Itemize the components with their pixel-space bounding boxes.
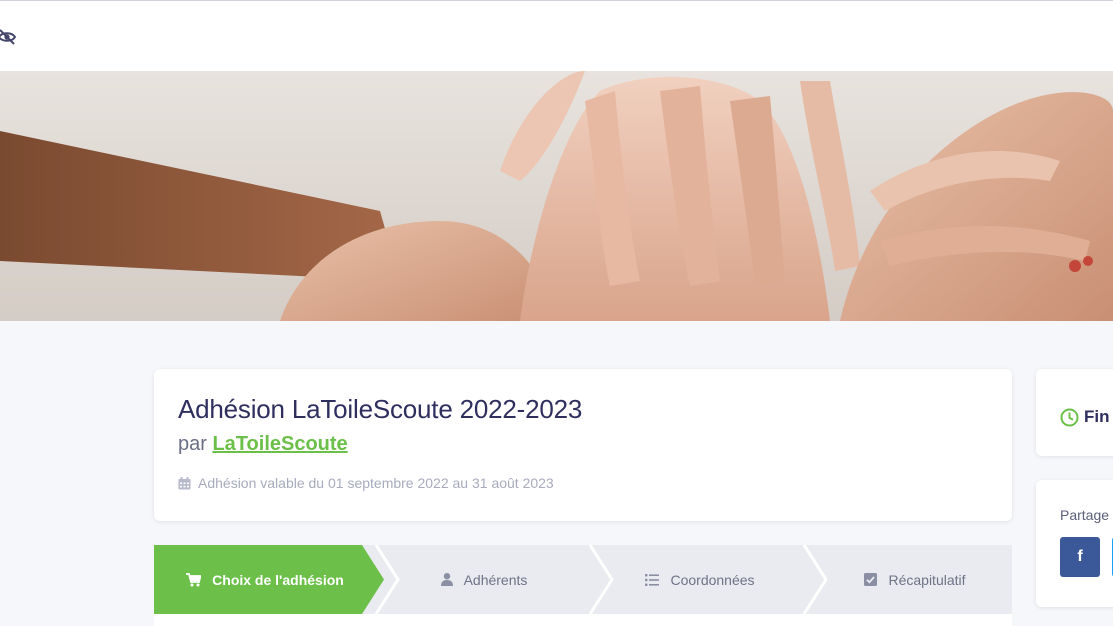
page-title: Adhésion LaToileScoute 2022-2023 [178, 394, 583, 424]
banner-image [0, 71, 1113, 321]
user-icon [440, 573, 453, 586]
step-summary[interactable]: Récapitulatif [808, 545, 1012, 614]
byline: par LaToileScoute [178, 433, 348, 456]
facebook-share-button[interactable]: f [1060, 537, 1100, 577]
check-square-icon [864, 573, 878, 586]
byline-prefix: par [178, 433, 207, 455]
step-label: Coordonnées [670, 571, 755, 588]
step-label: Adhérents [463, 571, 528, 588]
cart-icon [186, 572, 202, 587]
eye-slash-icon[interactable] [0, 28, 17, 46]
validity-text: Adhésion valable du 01 septembre 2022 au… [198, 475, 554, 491]
clock-icon [1060, 408, 1079, 426]
step-wizard: Choix de l'adhésion Adhérents Coordonnée… [154, 545, 1012, 614]
end-date-label: Fin [1084, 407, 1110, 426]
end-date-card: Fin [1036, 369, 1113, 456]
form-container [154, 614, 1012, 626]
step-membership-choice[interactable]: Choix de l'adhésion [154, 545, 376, 614]
campaign-header-card: Adhésion LaToileScoute 2022-2023 par LaT… [154, 369, 1012, 521]
top-bar [0, 0, 1113, 71]
step-label: Récapitulatif [888, 571, 966, 588]
step-members[interactable]: Adhérents [376, 545, 592, 614]
facebook-icon: f [1077, 548, 1083, 565]
organization-link[interactable]: LaToileScoute [212, 433, 347, 455]
validity-info: Adhésion valable du 01 septembre 2022 au… [178, 475, 554, 491]
share-label: Partage [1060, 507, 1110, 523]
calendar-icon [178, 476, 191, 489]
step-label: Choix de l'adhésion [212, 571, 344, 588]
share-card: Partage f [1036, 480, 1113, 607]
list-icon [645, 573, 660, 586]
step-contact-details[interactable]: Coordonnées [592, 545, 808, 614]
end-date-heading: Fin [1060, 407, 1110, 427]
